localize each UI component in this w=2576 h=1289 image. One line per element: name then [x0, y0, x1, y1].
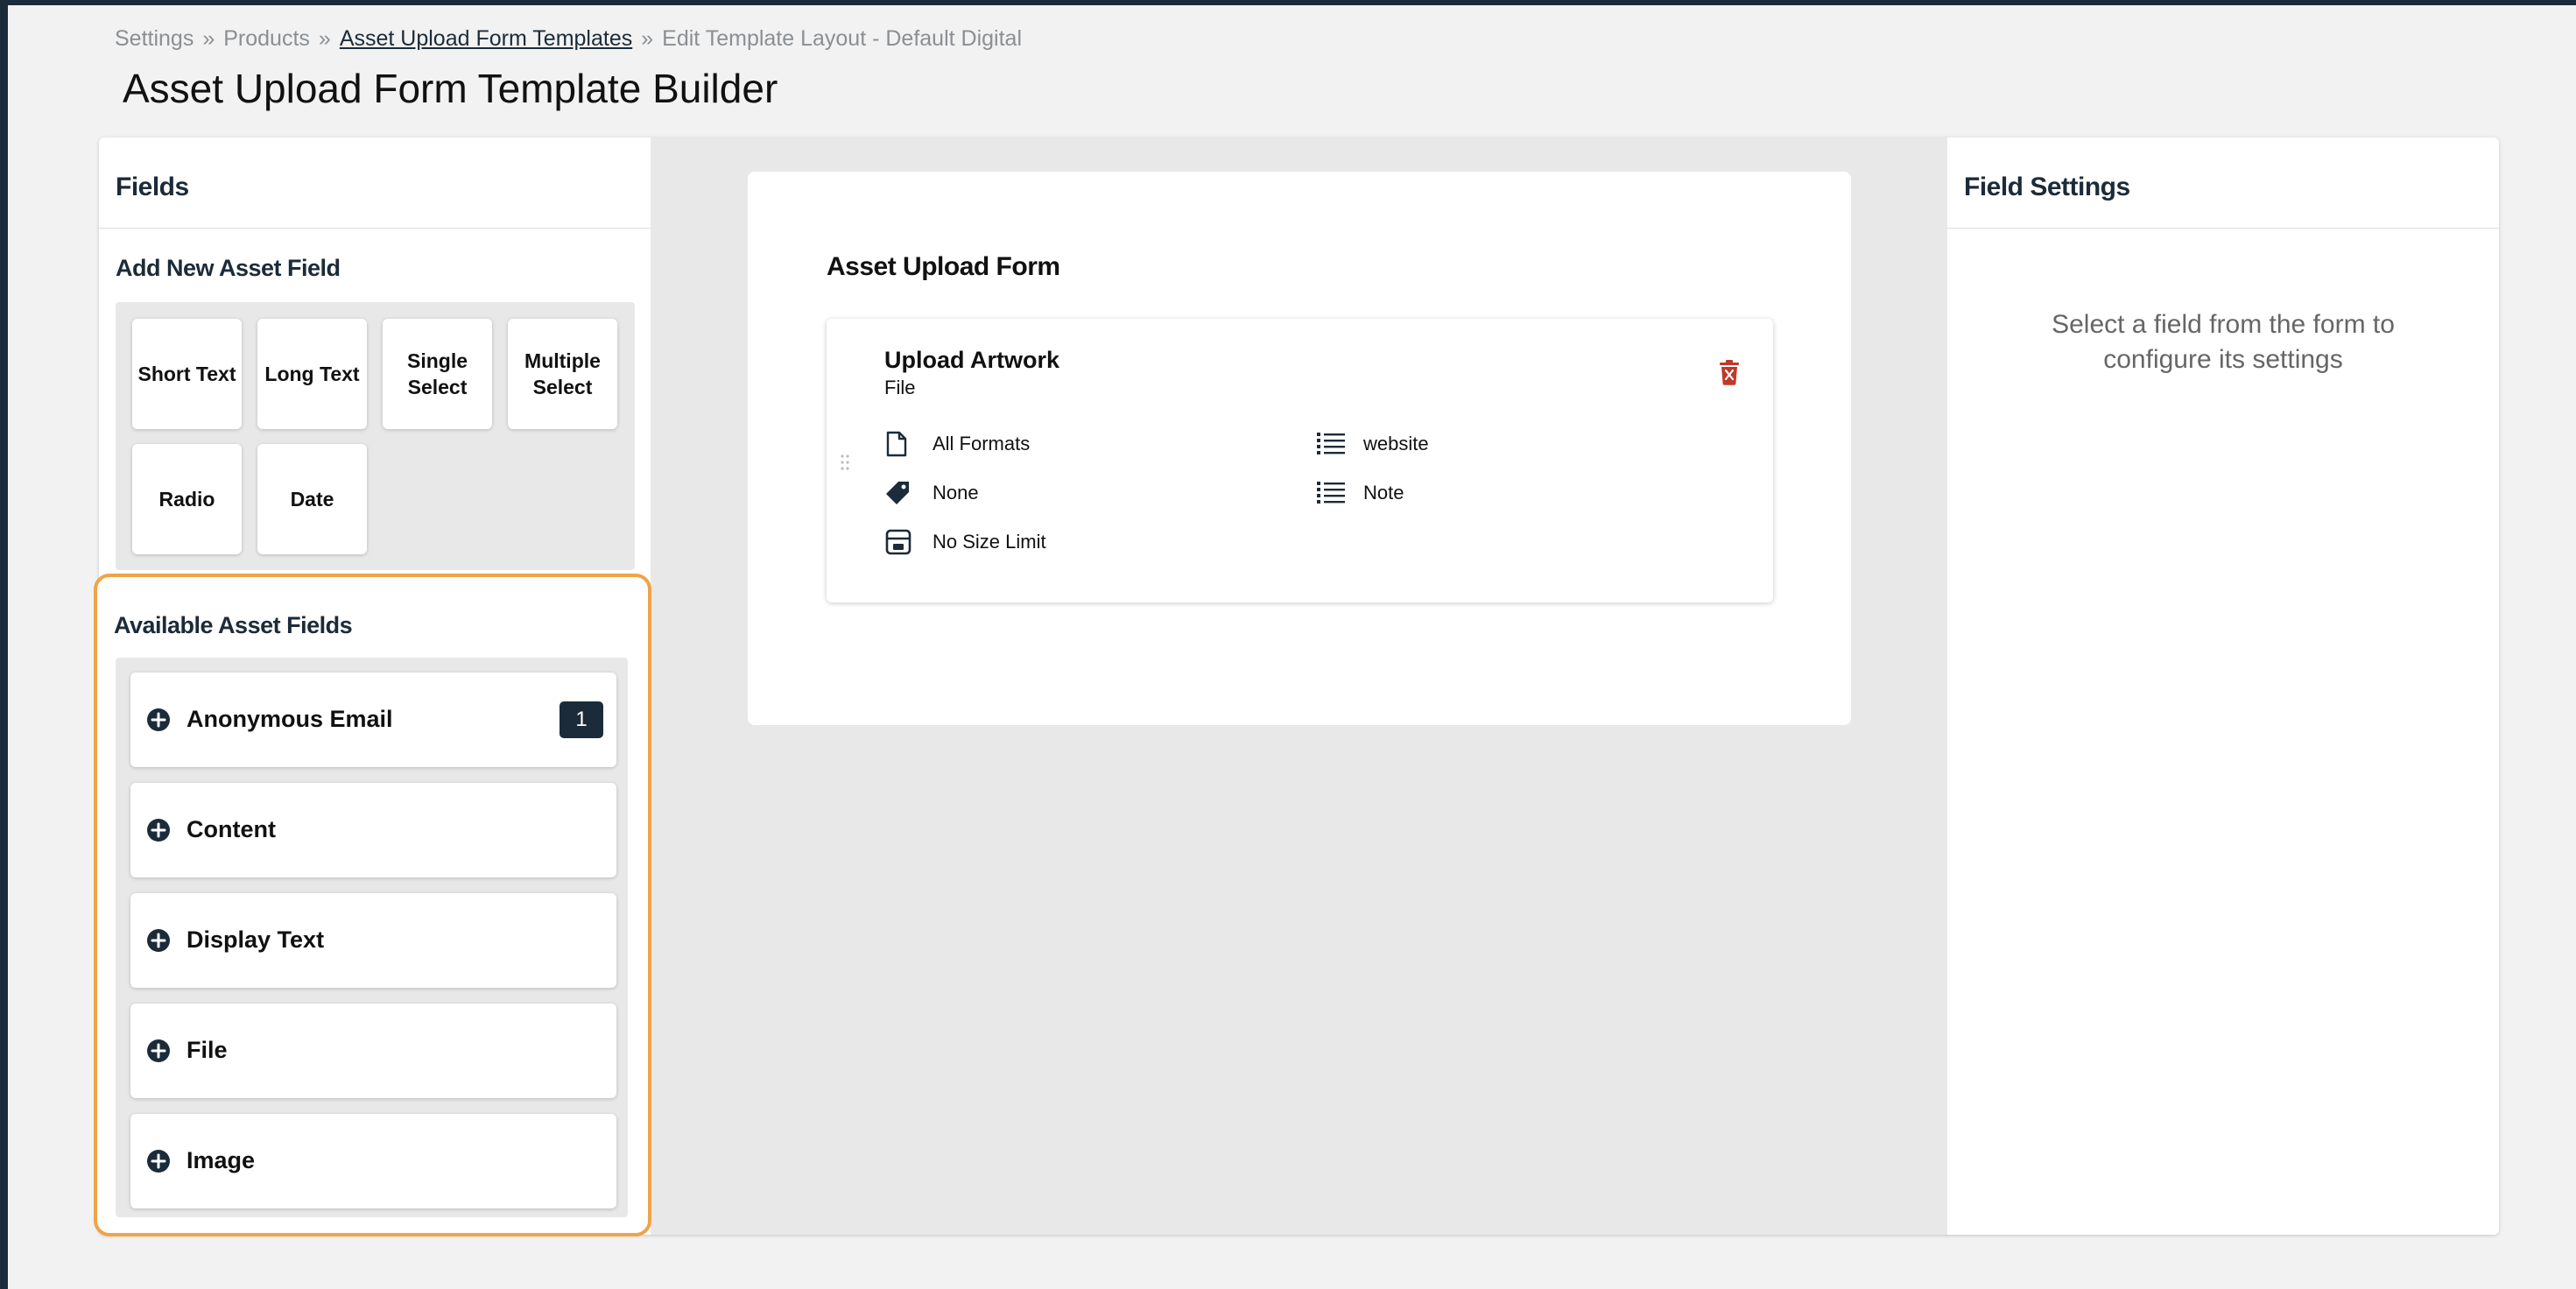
- field-type: File: [884, 377, 916, 398]
- available-fields-list: Anonymous Email 1 Content Display Text F…: [116, 658, 628, 1217]
- breadcrumb-separator: »: [202, 26, 215, 51]
- list-icon: [1317, 482, 1345, 504]
- tile-single-select[interactable]: Single Select: [383, 319, 492, 429]
- field-settings-hint: Select a field from the form to configur…: [2052, 310, 2395, 374]
- tag-icon: [886, 482, 909, 504]
- breadcrumb-separator: »: [641, 26, 654, 51]
- plus-circle-icon: [147, 819, 170, 842]
- available-field-display-text[interactable]: Display Text: [130, 893, 616, 988]
- available-field-label: Anonymous Email: [187, 706, 393, 732]
- breadcrumb-products[interactable]: Products: [223, 26, 310, 51]
- available-field-content[interactable]: Content: [130, 783, 616, 877]
- left-accent-bar: [0, 0, 8, 1289]
- field-size-limit: No Size Limit: [933, 531, 1046, 553]
- plus-circle-icon: [147, 1039, 170, 1062]
- available-field-label: File: [187, 1037, 228, 1063]
- available-field-label: Content: [187, 816, 276, 842]
- tile-long-text[interactable]: Long Text: [257, 319, 367, 429]
- available-field-label: Image: [187, 1147, 256, 1173]
- top-accent-bar: [0, 0, 2576, 5]
- field-formats: All Formats: [933, 433, 1031, 454]
- list-icon: [1317, 433, 1345, 454]
- breadcrumb: Settings » Products » Asset Upload Form Temp…: [115, 26, 1022, 52]
- form-canvas: Asset Upload Form Upload Artwork File Al…: [748, 172, 1851, 725]
- page-title: Asset Upload Form Template Builder: [123, 66, 778, 111]
- form-field-upload-artwork[interactable]: Upload Artwork File All Formats None No …: [827, 319, 1773, 602]
- field-list-note: Note: [1363, 482, 1404, 504]
- available-field-label: Display Text: [187, 926, 325, 953]
- field-tag: None: [933, 482, 979, 504]
- field-type-grid: Short Text Long Text Single Select Multi…: [116, 302, 635, 570]
- field-list-website: website: [1363, 433, 1429, 454]
- field-settings-panel: Field Settings Select a field from the f…: [1947, 137, 2499, 1235]
- available-fields-title: Available Asset Fields: [114, 612, 353, 638]
- available-field-file[interactable]: File: [130, 1004, 616, 1098]
- breadcrumb-settings[interactable]: Settings: [115, 26, 194, 51]
- usage-count-badge: 1: [560, 701, 603, 738]
- tile-multiple-select[interactable]: Multiple Select: [508, 319, 617, 429]
- plus-circle-icon: [147, 708, 170, 731]
- plus-circle-icon: [147, 929, 170, 952]
- file-icon: [886, 431, 907, 457]
- breadcrumb-asset-upload-form-templates[interactable]: Asset Upload Form Templates: [340, 26, 632, 51]
- tile-short-text[interactable]: Short Text: [132, 319, 242, 429]
- breadcrumb-current: Edit Template Layout - Default Digital: [662, 26, 1023, 51]
- drag-handle-icon[interactable]: [839, 454, 851, 471]
- trash-icon[interactable]: [1718, 359, 1741, 385]
- add-new-field-title: Add New Asset Field: [116, 255, 341, 281]
- plus-circle-icon: [147, 1150, 170, 1173]
- breadcrumb-separator: »: [318, 26, 331, 51]
- tile-date[interactable]: Date: [257, 444, 367, 554]
- fields-panel-title: Fields: [99, 137, 651, 229]
- field-settings-title: Field Settings: [1947, 137, 2499, 229]
- form-title: Asset Upload Form: [827, 252, 1060, 281]
- available-fields-section: Available Asset Fields Anonymous Email 1…: [94, 574, 651, 1236]
- available-field-image[interactable]: Image: [130, 1114, 616, 1208]
- tile-radio[interactable]: Radio: [132, 444, 242, 554]
- available-field-anonymous-email[interactable]: Anonymous Email 1: [130, 673, 616, 767]
- save-icon: [885, 529, 911, 555]
- field-title: Upload Artwork: [884, 347, 1060, 373]
